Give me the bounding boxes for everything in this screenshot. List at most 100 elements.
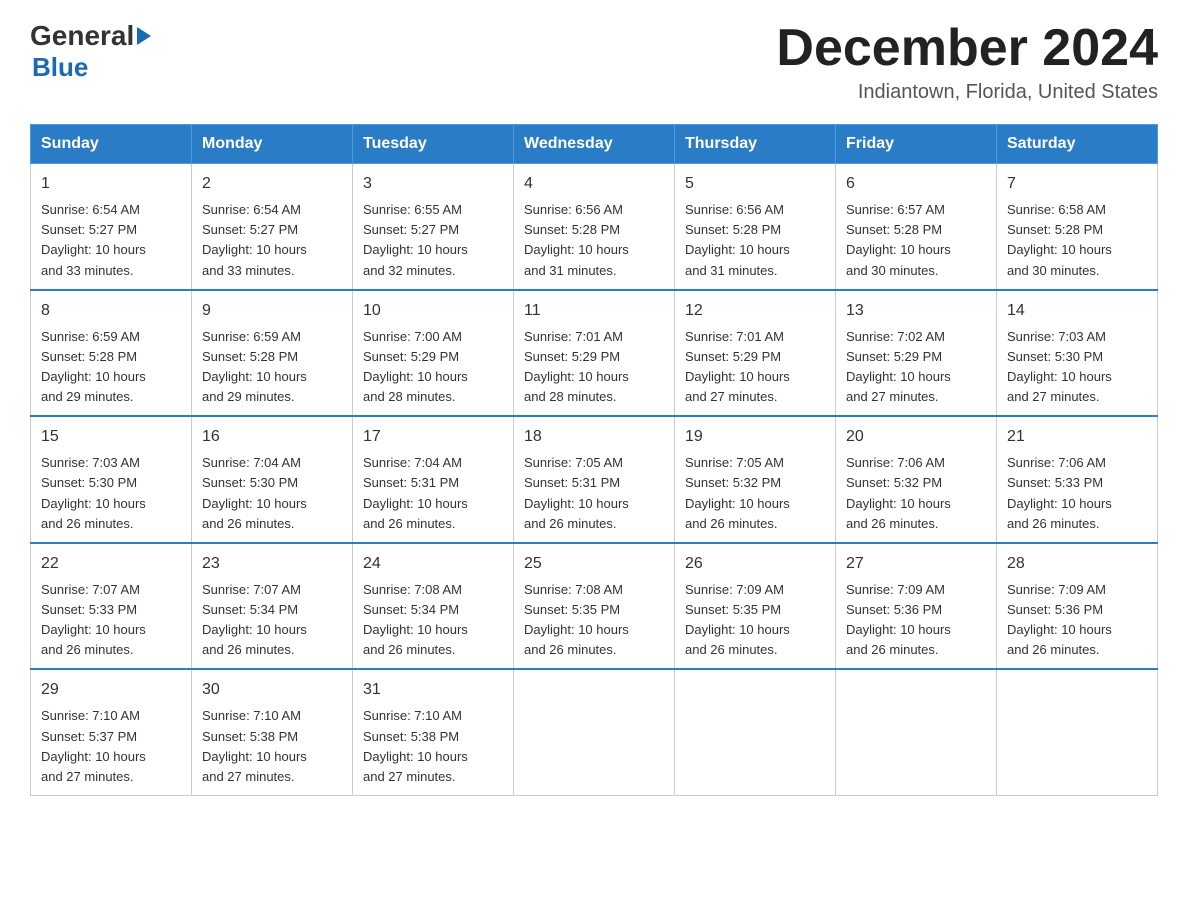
- table-row: 2 Sunrise: 6:54 AMSunset: 5:27 PMDayligh…: [192, 164, 353, 290]
- day-number: 4: [524, 172, 664, 196]
- day-info: Sunrise: 7:10 AMSunset: 5:38 PMDaylight:…: [363, 708, 468, 783]
- day-info: Sunrise: 6:58 AMSunset: 5:28 PMDaylight:…: [1007, 202, 1112, 277]
- day-number: 16: [202, 425, 342, 449]
- table-row: [836, 669, 997, 795]
- day-number: 15: [41, 425, 181, 449]
- day-number: 6: [846, 172, 986, 196]
- calendar-table: Sunday Monday Tuesday Wednesday Thursday…: [30, 124, 1158, 796]
- table-row: 14 Sunrise: 7:03 AMSunset: 5:30 PMDaylig…: [997, 290, 1158, 417]
- day-info: Sunrise: 7:05 AMSunset: 5:32 PMDaylight:…: [685, 455, 790, 530]
- day-number: 13: [846, 299, 986, 323]
- table-row: 25 Sunrise: 7:08 AMSunset: 5:35 PMDaylig…: [514, 543, 675, 670]
- header-monday: Monday: [192, 125, 353, 164]
- month-title: December 2024: [776, 20, 1158, 77]
- table-row: 13 Sunrise: 7:02 AMSunset: 5:29 PMDaylig…: [836, 290, 997, 417]
- table-row: 3 Sunrise: 6:55 AMSunset: 5:27 PMDayligh…: [353, 164, 514, 290]
- day-info: Sunrise: 7:06 AMSunset: 5:32 PMDaylight:…: [846, 455, 951, 530]
- day-info: Sunrise: 7:04 AMSunset: 5:31 PMDaylight:…: [363, 455, 468, 530]
- day-info: Sunrise: 6:56 AMSunset: 5:28 PMDaylight:…: [685, 202, 790, 277]
- day-info: Sunrise: 6:54 AMSunset: 5:27 PMDaylight:…: [41, 202, 146, 277]
- day-number: 30: [202, 678, 342, 702]
- table-row: 27 Sunrise: 7:09 AMSunset: 5:36 PMDaylig…: [836, 543, 997, 670]
- day-number: 24: [363, 552, 503, 576]
- table-row: [997, 669, 1158, 795]
- day-info: Sunrise: 7:05 AMSunset: 5:31 PMDaylight:…: [524, 455, 629, 530]
- day-number: 7: [1007, 172, 1147, 196]
- header-sunday: Sunday: [31, 125, 192, 164]
- table-row: 1 Sunrise: 6:54 AMSunset: 5:27 PMDayligh…: [31, 164, 192, 290]
- calendar-week-row: 29 Sunrise: 7:10 AMSunset: 5:37 PMDaylig…: [31, 669, 1158, 795]
- day-info: Sunrise: 7:07 AMSunset: 5:34 PMDaylight:…: [202, 582, 307, 657]
- day-info: Sunrise: 6:57 AMSunset: 5:28 PMDaylight:…: [846, 202, 951, 277]
- header-wednesday: Wednesday: [514, 125, 675, 164]
- day-info: Sunrise: 7:09 AMSunset: 5:35 PMDaylight:…: [685, 582, 790, 657]
- table-row: 6 Sunrise: 6:57 AMSunset: 5:28 PMDayligh…: [836, 164, 997, 290]
- day-number: 2: [202, 172, 342, 196]
- day-info: Sunrise: 7:03 AMSunset: 5:30 PMDaylight:…: [1007, 329, 1112, 404]
- day-number: 1: [41, 172, 181, 196]
- day-number: 27: [846, 552, 986, 576]
- day-info: Sunrise: 7:03 AMSunset: 5:30 PMDaylight:…: [41, 455, 146, 530]
- table-row: 16 Sunrise: 7:04 AMSunset: 5:30 PMDaylig…: [192, 416, 353, 543]
- table-row: 20 Sunrise: 7:06 AMSunset: 5:32 PMDaylig…: [836, 416, 997, 543]
- day-info: Sunrise: 7:08 AMSunset: 5:34 PMDaylight:…: [363, 582, 468, 657]
- day-info: Sunrise: 7:10 AMSunset: 5:38 PMDaylight:…: [202, 708, 307, 783]
- day-info: Sunrise: 7:04 AMSunset: 5:30 PMDaylight:…: [202, 455, 307, 530]
- day-number: 3: [363, 172, 503, 196]
- day-number: 29: [41, 678, 181, 702]
- day-number: 20: [846, 425, 986, 449]
- day-number: 28: [1007, 552, 1147, 576]
- logo-general-text: General: [30, 20, 134, 52]
- header-friday: Friday: [836, 125, 997, 164]
- day-info: Sunrise: 7:01 AMSunset: 5:29 PMDaylight:…: [685, 329, 790, 404]
- day-number: 26: [685, 552, 825, 576]
- table-row: 15 Sunrise: 7:03 AMSunset: 5:30 PMDaylig…: [31, 416, 192, 543]
- calendar-week-row: 15 Sunrise: 7:03 AMSunset: 5:30 PMDaylig…: [31, 416, 1158, 543]
- table-row: 29 Sunrise: 7:10 AMSunset: 5:37 PMDaylig…: [31, 669, 192, 795]
- day-number: 8: [41, 299, 181, 323]
- calendar-week-row: 8 Sunrise: 6:59 AMSunset: 5:28 PMDayligh…: [31, 290, 1158, 417]
- table-row: [514, 669, 675, 795]
- day-number: 18: [524, 425, 664, 449]
- day-number: 31: [363, 678, 503, 702]
- day-number: 23: [202, 552, 342, 576]
- calendar-week-row: 22 Sunrise: 7:07 AMSunset: 5:33 PMDaylig…: [31, 543, 1158, 670]
- table-row: 19 Sunrise: 7:05 AMSunset: 5:32 PMDaylig…: [675, 416, 836, 543]
- logo-triangle-icon: [137, 27, 151, 45]
- table-row: 31 Sunrise: 7:10 AMSunset: 5:38 PMDaylig…: [353, 669, 514, 795]
- day-number: 19: [685, 425, 825, 449]
- header-saturday: Saturday: [997, 125, 1158, 164]
- day-info: Sunrise: 7:09 AMSunset: 5:36 PMDaylight:…: [1007, 582, 1112, 657]
- day-info: Sunrise: 7:08 AMSunset: 5:35 PMDaylight:…: [524, 582, 629, 657]
- calendar-week-row: 1 Sunrise: 6:54 AMSunset: 5:27 PMDayligh…: [31, 164, 1158, 290]
- day-number: 9: [202, 299, 342, 323]
- day-info: Sunrise: 7:02 AMSunset: 5:29 PMDaylight:…: [846, 329, 951, 404]
- logo: General Blue: [30, 20, 151, 83]
- table-row: 28 Sunrise: 7:09 AMSunset: 5:36 PMDaylig…: [997, 543, 1158, 670]
- table-row: 23 Sunrise: 7:07 AMSunset: 5:34 PMDaylig…: [192, 543, 353, 670]
- logo-blue-text: Blue: [32, 52, 151, 83]
- location-text: Indiantown, Florida, United States: [776, 81, 1158, 104]
- table-row: 5 Sunrise: 6:56 AMSunset: 5:28 PMDayligh…: [675, 164, 836, 290]
- day-info: Sunrise: 7:00 AMSunset: 5:29 PMDaylight:…: [363, 329, 468, 404]
- table-row: [675, 669, 836, 795]
- day-number: 21: [1007, 425, 1147, 449]
- day-number: 14: [1007, 299, 1147, 323]
- day-info: Sunrise: 7:06 AMSunset: 5:33 PMDaylight:…: [1007, 455, 1112, 530]
- table-row: 7 Sunrise: 6:58 AMSunset: 5:28 PMDayligh…: [997, 164, 1158, 290]
- header-tuesday: Tuesday: [353, 125, 514, 164]
- day-info: Sunrise: 6:55 AMSunset: 5:27 PMDaylight:…: [363, 202, 468, 277]
- day-info: Sunrise: 6:59 AMSunset: 5:28 PMDaylight:…: [202, 329, 307, 404]
- day-info: Sunrise: 6:56 AMSunset: 5:28 PMDaylight:…: [524, 202, 629, 277]
- table-row: 24 Sunrise: 7:08 AMSunset: 5:34 PMDaylig…: [353, 543, 514, 670]
- day-number: 5: [685, 172, 825, 196]
- day-number: 12: [685, 299, 825, 323]
- table-row: 18 Sunrise: 7:05 AMSunset: 5:31 PMDaylig…: [514, 416, 675, 543]
- calendar-header-row: Sunday Monday Tuesday Wednesday Thursday…: [31, 125, 1158, 164]
- day-info: Sunrise: 7:07 AMSunset: 5:33 PMDaylight:…: [41, 582, 146, 657]
- day-number: 11: [524, 299, 664, 323]
- day-info: Sunrise: 7:10 AMSunset: 5:37 PMDaylight:…: [41, 708, 146, 783]
- table-row: 4 Sunrise: 6:56 AMSunset: 5:28 PMDayligh…: [514, 164, 675, 290]
- day-info: Sunrise: 7:01 AMSunset: 5:29 PMDaylight:…: [524, 329, 629, 404]
- table-row: 8 Sunrise: 6:59 AMSunset: 5:28 PMDayligh…: [31, 290, 192, 417]
